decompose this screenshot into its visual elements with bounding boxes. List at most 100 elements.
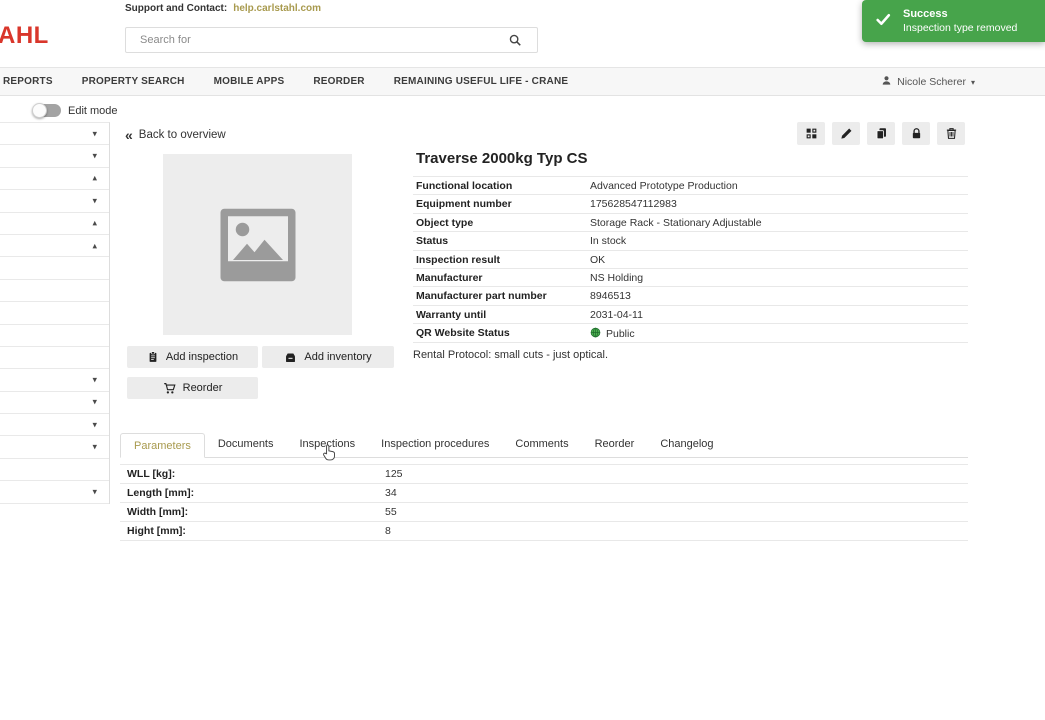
tab[interactable]: Comments xyxy=(502,432,581,457)
user-name: Nicole Scherer xyxy=(897,76,966,88)
sidebar-item[interactable] xyxy=(0,347,109,369)
parameters-table: WLL [kg]: 125 Length [mm]: 34 Width [mm]… xyxy=(120,464,968,541)
qr-code-button[interactable] xyxy=(797,122,825,145)
chevron-down-icon: ▾ xyxy=(971,78,975,87)
caret-icon[interactable]: ▾ xyxy=(92,150,97,161)
search-icon[interactable] xyxy=(508,33,537,47)
sidebar-item[interactable]: ▴ xyxy=(0,168,109,190)
globe-icon xyxy=(590,327,601,341)
sidebar-item[interactable] xyxy=(0,302,109,324)
user-menu[interactable]: Nicole Scherer ▾ xyxy=(881,68,975,96)
nav-item[interactable]: MOBILE APPS xyxy=(214,76,285,87)
reorder-button[interactable]: Reorder xyxy=(127,377,258,399)
detail-value: In stock xyxy=(590,235,626,247)
sidebar-item[interactable]: ▾ xyxy=(0,145,109,167)
edit-mode-row: Edit mode xyxy=(33,104,118,117)
parameter-label: Width [mm]: xyxy=(127,506,188,518)
sidebar-item[interactable]: ▾ xyxy=(0,481,109,503)
caret-icon[interactable]: ▾ xyxy=(92,441,97,452)
sidebar-item[interactable] xyxy=(0,280,109,302)
detail-value: Advanced Prototype Production xyxy=(590,180,738,192)
detail-value: 8946513 xyxy=(590,290,631,302)
parameter-value: 125 xyxy=(385,468,403,480)
image-placeholder xyxy=(163,154,352,335)
parameter-value: 55 xyxy=(385,506,397,518)
tab[interactable]: Inspection procedures xyxy=(368,432,502,457)
inventory-box-icon xyxy=(284,351,297,364)
parameter-label: WLL [kg]: xyxy=(127,468,175,480)
detail-label: QR Website Status xyxy=(416,327,510,339)
caret-icon[interactable]: ▾ xyxy=(92,374,97,385)
back-to-overview-link[interactable]: « Back to overview xyxy=(125,127,226,143)
caret-icon[interactable]: ▾ xyxy=(92,486,97,497)
parameter-row: Width [mm]: 55 xyxy=(120,503,968,522)
tab[interactable]: Reorder xyxy=(582,432,648,457)
double-chevron-left-icon: « xyxy=(125,127,133,143)
parameter-row: Hight [mm]: 8 xyxy=(120,522,968,541)
cart-icon xyxy=(163,382,176,395)
detail-row: Functional location Advanced Prototype P… xyxy=(413,177,968,195)
sidebar-item[interactable]: ▾ xyxy=(0,392,109,414)
page-title: Traverse 2000kg Typ CS xyxy=(416,150,588,167)
add-inspection-button[interactable]: Add inspection xyxy=(127,346,258,368)
search-bar[interactable] xyxy=(125,27,538,53)
detail-table: Functional location Advanced Prototype P… xyxy=(413,176,968,343)
detail-value: NS Holding xyxy=(590,272,643,284)
clipboard-icon xyxy=(147,351,159,363)
sidebar-item[interactable] xyxy=(0,257,109,279)
sidebar-item[interactable]: ▾ xyxy=(0,414,109,436)
detail-row: Manufacturer NS Holding xyxy=(413,269,968,287)
detail-label: Equipment number xyxy=(416,198,512,210)
nav-item[interactable]: REPORTS xyxy=(3,76,53,87)
sidebar: ▾ ▾ ▴ ▾ ▴ ▴ xyxy=(0,122,110,504)
detail-value: 175628547112983 xyxy=(590,198,677,210)
page: AHL Support and Contact: help.carlstahl.c… xyxy=(0,0,1045,720)
nav-item[interactable]: REMAINING USEFUL LIFE - CRANE xyxy=(394,76,569,87)
caret-icon[interactable]: ▾ xyxy=(92,419,97,430)
support-contact: Support and Contact: help.carlstahl.com xyxy=(125,3,321,14)
sidebar-item[interactable] xyxy=(0,325,109,347)
add-inventory-button[interactable]: Add inventory xyxy=(262,346,394,368)
edit-mode-toggle[interactable] xyxy=(33,104,61,117)
detail-row: QR Website Status Public xyxy=(413,324,968,342)
tab[interactable]: Inspections xyxy=(287,432,369,457)
tab[interactable]: Changelog xyxy=(647,432,726,457)
nav-item[interactable]: PROPERTY SEARCH xyxy=(82,76,185,87)
photo-icon xyxy=(218,206,298,284)
main-nav: REPORTS PROPERTY SEARCH MOBILE APPS REOR… xyxy=(0,67,1045,96)
sidebar-item[interactable] xyxy=(0,459,109,481)
back-label: Back to overview xyxy=(139,129,226,141)
parameter-value: 34 xyxy=(385,487,397,499)
sidebar-item[interactable]: ▴ xyxy=(0,235,109,257)
caret-icon[interactable]: ▴ xyxy=(92,218,97,229)
nav-item[interactable]: REORDER xyxy=(313,76,364,87)
search-input[interactable] xyxy=(126,34,508,46)
tab[interactable]: Documents xyxy=(205,432,287,457)
sidebar-item[interactable]: ▴ xyxy=(0,213,109,235)
tab[interactable]: Parameters xyxy=(120,433,205,458)
parameter-label: Length [mm]: xyxy=(127,487,194,499)
toast-message: Inspection type removed xyxy=(903,22,1017,34)
edit-button[interactable] xyxy=(832,122,860,145)
detail-value: Public xyxy=(590,327,635,341)
caret-icon[interactable]: ▾ xyxy=(92,195,97,206)
caret-icon[interactable]: ▾ xyxy=(92,397,97,408)
detail-label: Manufacturer part number xyxy=(416,290,547,302)
detail-value: 2031-04-11 xyxy=(590,309,643,321)
caret-icon[interactable]: ▴ xyxy=(92,173,97,184)
copy-button[interactable] xyxy=(867,122,895,145)
success-toast: Success Inspection type removed xyxy=(862,0,1045,42)
detail-row: Object type Storage Rack - Stationary Ad… xyxy=(413,214,968,232)
user-icon xyxy=(881,75,892,89)
brand-logo: AHL xyxy=(0,22,49,50)
sidebar-item[interactable]: ▾ xyxy=(0,369,109,391)
delete-button[interactable] xyxy=(937,122,965,145)
caret-icon[interactable]: ▾ xyxy=(92,128,97,139)
sidebar-item[interactable]: ▾ xyxy=(0,436,109,458)
support-label: Support and Contact: xyxy=(125,3,227,14)
caret-icon[interactable]: ▴ xyxy=(92,240,97,251)
sidebar-item[interactable]: ▾ xyxy=(0,190,109,212)
support-link[interactable]: help.carlstahl.com xyxy=(233,3,321,14)
lock-button[interactable] xyxy=(902,122,930,145)
sidebar-item[interactable]: ▾ xyxy=(0,123,109,145)
